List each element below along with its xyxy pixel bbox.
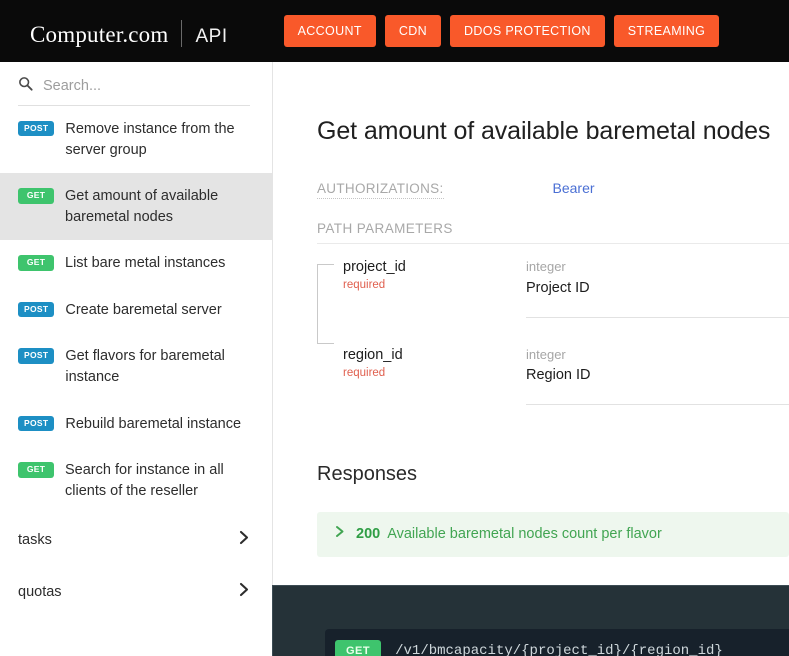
parameter-type: integer — [526, 346, 789, 364]
path-parameters-list: project_idrequiredintegerProject IDregio… — [317, 244, 789, 419]
sidebar-operation-label: Get amount of available baremetal nodes — [65, 186, 252, 227]
sidebar-operation-label: List bare metal instances — [65, 253, 225, 274]
authorizations-row: AUTHORIZATIONS: Bearer — [317, 180, 789, 199]
sidebar-operation-item[interactable]: POST Create baremetal server — [0, 287, 272, 334]
sidebar-operation-label: Create baremetal server — [65, 300, 221, 321]
chevron-right-icon — [238, 582, 250, 602]
sidebar-operation-label: Remove instance from the server group — [65, 119, 252, 160]
nav-button-account[interactable]: ACCOUNT — [284, 15, 376, 48]
path-parameters-label: PATH PARAMETERS — [317, 221, 789, 244]
brand-divider — [181, 20, 182, 47]
code-method-badge: GET — [335, 640, 381, 656]
response-status-code: 200 — [356, 526, 380, 542]
primary-nav: ACCOUNT CDN DDOS PROTECTION STREAMING — [284, 15, 720, 48]
parameter-row: region_id requiredinteger Region ID — [317, 332, 789, 420]
sidebar-operation-label: Get flavors for baremetal instance — [65, 346, 252, 387]
sidebar-group-list: tasks quotas — [0, 514, 272, 618]
sidebar-operation-item[interactable]: GET Search for instance in all clients of… — [0, 447, 272, 514]
responses-title: Responses — [317, 463, 789, 486]
method-badge-post: POST — [18, 121, 54, 136]
sidebar: POST Remove instance from the server grou… — [0, 62, 273, 656]
sidebar-group-label: tasks — [18, 532, 52, 548]
method-badge-get: GET — [18, 462, 54, 477]
authorizations-label: AUTHORIZATIONS: — [317, 181, 444, 199]
page-title: Get amount of available baremetal nodes — [317, 117, 789, 146]
sidebar-operation-item[interactable]: POST Get flavors for baremetal instance — [0, 333, 272, 400]
request-url-box[interactable]: GET /v1/bmcapacity/{project_id}/{region_… — [325, 629, 789, 656]
method-badge-post: POST — [18, 348, 54, 363]
sidebar-group-quotas[interactable]: quotas — [0, 566, 272, 618]
parameter-detail-cell: integer Project ID — [526, 258, 789, 318]
search-icon — [18, 76, 33, 96]
sidebar-operation-label: Rebuild baremetal instance — [65, 414, 241, 435]
code-request-path: /v1/bmcapacity/{project_id}/{region_id} — [395, 643, 723, 656]
main-content: Get amount of available baremetal nodes … — [273, 62, 789, 656]
chevron-right-icon — [335, 525, 346, 543]
search-input[interactable] — [43, 78, 250, 94]
brand-logo[interactable]: Computer.com API — [30, 15, 228, 48]
sidebar-operation-label: Search for instance in all clients of th… — [65, 460, 252, 501]
parameter-name-cell: region_id required — [317, 346, 526, 379]
response-description: Available baremetal nodes count per flav… — [387, 526, 662, 542]
sidebar-operation-item[interactable]: GET List bare metal instances — [0, 240, 272, 287]
chevron-right-icon — [238, 530, 250, 550]
response-row-200[interactable]: 200 Available baremetal nodes count per … — [317, 512, 789, 557]
parameter-description: Region ID — [526, 367, 789, 383]
parameter-type: integer — [526, 258, 789, 276]
nav-button-streaming[interactable]: STREAMING — [614, 15, 719, 48]
brand-name: Computer.com — [30, 22, 168, 48]
parameter-name-cell: project_id required — [317, 258, 526, 291]
code-sample-panel: GET /v1/bmcapacity/{project_id}/{region_… — [272, 585, 789, 656]
parameter-name: region_id — [343, 346, 526, 364]
nav-button-cdn[interactable]: CDN — [385, 15, 441, 48]
authorizations-value-link[interactable]: Bearer — [553, 180, 595, 196]
sidebar-operation-item[interactable]: GET Get amount of available baremetal nod… — [0, 173, 272, 240]
method-badge-post: POST — [18, 302, 54, 317]
parameter-name: project_id — [343, 258, 526, 276]
brand-sub-label: API — [195, 26, 227, 48]
sidebar-operation-item[interactable]: POST Remove instance from the server grou… — [0, 106, 272, 173]
sidebar-operation-item[interactable]: POST Rebuild baremetal instance — [0, 401, 272, 448]
search-box[interactable] — [18, 76, 250, 106]
top-header-bar: Computer.com API ACCOUNT CDN DDOS PROTECTI… — [0, 0, 789, 62]
method-badge-get: GET — [18, 255, 54, 270]
parameter-required-flag: required — [343, 367, 526, 379]
operation-list: POST Remove instance from the server grou… — [0, 106, 272, 514]
parameter-description: Project ID — [526, 280, 789, 296]
nav-button-ddos-protection[interactable]: DDOS PROTECTION — [450, 15, 605, 48]
parameter-required-flag: required — [343, 279, 526, 291]
sidebar-group-tasks[interactable]: tasks — [0, 514, 272, 566]
parameter-row: project_id requiredinteger Project ID — [317, 244, 789, 332]
method-badge-post: POST — [18, 416, 54, 431]
parameter-detail-cell: integer Region ID — [526, 346, 789, 406]
sidebar-group-label: quotas — [18, 584, 62, 600]
method-badge-get: GET — [18, 188, 54, 203]
